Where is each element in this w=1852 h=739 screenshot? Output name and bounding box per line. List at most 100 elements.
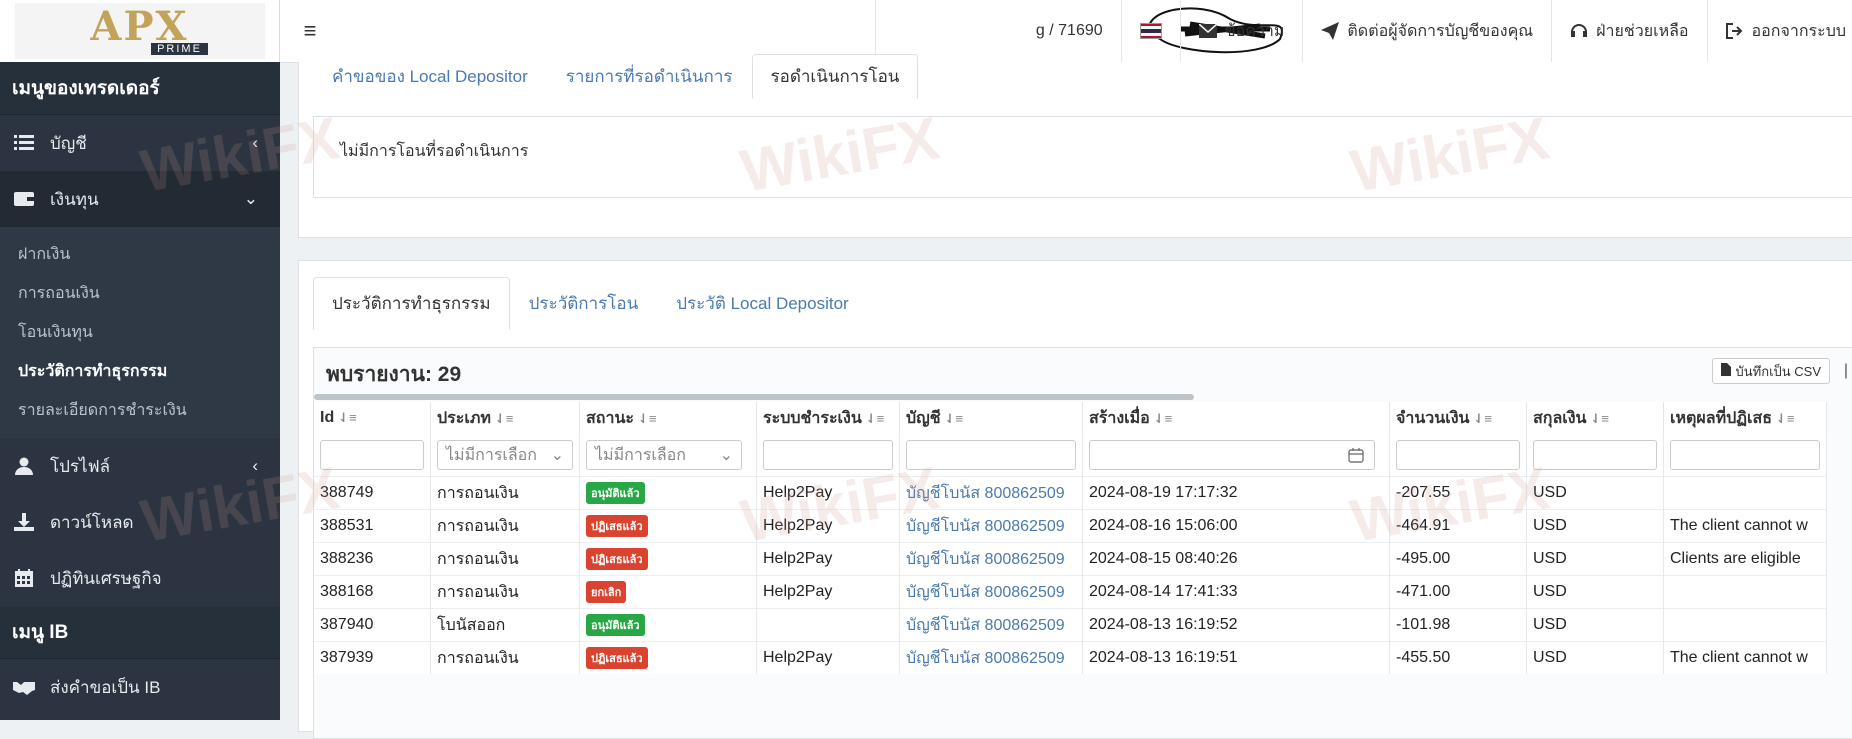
cell-account: บัญชีโบนัส 800862509 [899, 509, 1083, 543]
column-header-id[interactable]: Id ⇃≡ [314, 402, 431, 434]
tab-transaction-history[interactable]: ประวัติการทำธุรกรรม [313, 277, 510, 330]
filter-status-select[interactable]: ไม่มีการเลือก ⌄ [586, 440, 742, 470]
sidebar-item-profile[interactable]: โปรไฟล์ ‹ [0, 438, 280, 494]
cell-type: โบนัสออก [430, 608, 580, 642]
account-link[interactable]: บัญชีโบนัส 800862509 [906, 518, 1065, 535]
account-link[interactable]: บัญชีโบนัส 800862509 [906, 485, 1065, 502]
filter-payment-system-input[interactable] [763, 440, 893, 470]
sidebar-item-accounts[interactable]: บัญชี ‹ [0, 115, 280, 171]
cell-currency: USD [1526, 575, 1664, 609]
sidebar-item-become-ib[interactable]: ส่งคำขอเป็น IB [0, 659, 280, 715]
submenu-transfer[interactable]: โอนเงินทุน [0, 313, 280, 352]
cell-currency: USD [1526, 641, 1664, 674]
sidebar-item-download[interactable]: ดาวน์โหลด [0, 494, 280, 550]
cell-payment-system: Help2Pay [756, 476, 900, 510]
toolbar-separator: | [1843, 362, 1848, 379]
sort-icon: ⇃≡ [494, 410, 514, 426]
cell-amount: -471.00 [1389, 575, 1527, 609]
sign-out-icon [1725, 23, 1744, 39]
sidebar-item-funds[interactable]: เงินทุน ⌄ [0, 171, 280, 227]
save-csv-label: บันทึกเป็น CSV [1735, 363, 1821, 379]
support-link[interactable]: ฝ่ายช่วยเหลือ [1551, 0, 1706, 62]
table-row: 387940 โบนัสออก อนุมัติแล้ว บัญชีโบนัส 8008… [314, 608, 1827, 642]
user-account-info[interactable]: g / 71690 [874, 0, 1121, 62]
cell-created: 2024-08-19 17:17:32 [1082, 476, 1390, 510]
column-label: Id [320, 409, 335, 426]
submenu-transaction-history[interactable]: ประวัติการทำธุรกรรม [0, 352, 280, 391]
filter-account-input[interactable] [906, 440, 1076, 470]
submenu-deposit[interactable]: ฝากเงิน [0, 235, 280, 274]
cell-type: การถอนเงิน [430, 575, 580, 609]
cell-currency-text: USD [1533, 484, 1567, 501]
filter-id-input[interactable] [320, 440, 424, 470]
cell-payment-system-text: Help2Pay [763, 517, 833, 534]
logo[interactable]: APX PRIME [14, 3, 265, 59]
calendar-icon [1348, 447, 1364, 468]
filter-type-select[interactable]: ไม่มีการเลือก ⌄ [437, 440, 573, 470]
cell-created-text: 2024-08-15 08:40:26 [1089, 550, 1238, 567]
save-csv-button[interactable]: บันทึกเป็น CSV [1712, 358, 1830, 384]
column-header-currency[interactable]: สกุลเงิน ⇃≡ [1526, 402, 1664, 434]
column-header-status[interactable]: สถานะ ⇃≡ [579, 402, 757, 434]
account-link[interactable]: บัญชีโบนัส 800862509 [906, 584, 1065, 601]
cell-account: บัญชีโบนัส 800862509 [899, 608, 1083, 642]
column-label: เหตุผลที่ปฏิเสธ [1670, 409, 1773, 427]
cell-status: ปฏิเสธแล้ว [579, 542, 757, 576]
transactions-table: Id ⇃≡ ประเภท ⇃≡ สถานะ ⇃≡ ระบบชำระเงิน ⇃≡ บัญ… [314, 402, 1827, 674]
cell-reject-reason-text: The client cannot w [1670, 517, 1808, 534]
tab-local-depositor-requests[interactable]: คำขอของ Local Depositor [313, 54, 547, 99]
column-header-amount[interactable]: จำนวนเงิน ⇃≡ [1389, 402, 1527, 434]
filter-created-date-input[interactable] [1089, 440, 1375, 470]
cell-currency-text: USD [1533, 616, 1567, 633]
cell-amount: -101.98 [1389, 608, 1527, 642]
hamburger-menu-button[interactable]: ≡ [280, 18, 340, 44]
column-header-account[interactable]: บัญชี ⇃≡ [899, 402, 1083, 434]
submenu-withdrawal[interactable]: การถอนเงิน [0, 274, 280, 313]
account-link[interactable]: บัญชีโบนัส 800862509 [906, 650, 1065, 667]
tab-pending-items[interactable]: รายการที่รอดำเนินการ [547, 54, 752, 99]
cell-currency: USD [1526, 476, 1664, 510]
tab-local-depositor-history[interactable]: ประวัติ Local Depositor [657, 277, 867, 330]
sidebar-item-calendar[interactable]: ปฏิทินเศรษฐกิจ [0, 550, 280, 606]
pending-panel: คำขอของ Local Depositor รายการที่รอดำเนิ… [298, 54, 1852, 238]
sidebar-item-label: ปฏิทินเศรษฐกิจ [50, 568, 162, 588]
horizontal-scrollbar[interactable] [314, 394, 1194, 400]
cell-status: อนุมัติแล้ว [579, 476, 757, 510]
sort-icon: ⇃≡ [637, 410, 657, 426]
status-badge: ปฏิเสธแล้ว [586, 548, 648, 570]
file-icon [1721, 363, 1732, 379]
language-selector[interactable] [1120, 0, 1180, 62]
column-header-type[interactable]: ประเภท ⇃≡ [430, 402, 580, 434]
tab-transfer-history[interactable]: ประวัติการโอน [510, 277, 658, 330]
cell-amount: -464.91 [1389, 509, 1527, 543]
sidebar-item-label: โปรไฟล์ [50, 456, 111, 476]
filter-reason-input[interactable] [1670, 440, 1820, 470]
filter-amount-input[interactable] [1396, 440, 1520, 470]
sort-icon: ⇃≡ [1590, 410, 1609, 426]
wallet-icon [12, 187, 36, 211]
cell-payment-system-text: Help2Pay [763, 583, 833, 600]
cell-id-text: 388749 [320, 484, 374, 501]
cell-created-text: 2024-08-13 16:19:51 [1089, 649, 1238, 666]
account-link[interactable]: บัญชีโบนัส 800862509 [906, 617, 1065, 634]
column-header-created[interactable]: สร้างเมื่อ ⇃≡ [1082, 402, 1390, 434]
column-header-payment-system[interactable]: ระบบชำระเงิน ⇃≡ [756, 402, 900, 434]
contact-manager-link[interactable]: ติดต่อผู้จัดการบัญชีของคุณ [1302, 0, 1551, 62]
cell-currency: USD [1526, 509, 1664, 543]
filter-currency-input[interactable] [1533, 440, 1657, 470]
support-label: ฝ่ายช่วยเหลือ [1596, 22, 1689, 40]
sidebar-item-label: เงินทุน [50, 189, 99, 209]
cell-type: การถอนเงิน [430, 641, 580, 674]
submenu-payment-details[interactable]: รายละเอียดการชำระเงิน [0, 391, 280, 430]
column-header-reject-reason[interactable]: เหตุผลที่ปฏิเสธ ⇃≡ [1663, 402, 1827, 434]
sort-icon: ⇃≡ [865, 410, 885, 426]
cell-type-text: การถอนเงิน [437, 484, 519, 502]
table-row: 387939 การถอนเงิน ปฏิเสธแล้ว Help2Pay บัญชีโ… [314, 641, 1827, 674]
history-tabs: ประวัติการทำธุรกรรม ประวัติการโอน ประวัต… [313, 277, 868, 330]
cell-account: บัญชีโบนัส 800862509 [899, 542, 1083, 576]
transactions-grid: พบรายงาน: 29 บันทึกเป็น CSV | Id ⇃≡ ประเภ… [313, 347, 1852, 739]
account-link[interactable]: บัญชีโบนัส 800862509 [906, 551, 1065, 568]
logout-link[interactable]: ออกจากระบบ [1706, 0, 1852, 62]
messages-link[interactable]: ข้อความ [1179, 0, 1303, 62]
tab-pending-transfers[interactable]: รอดำเนินการโอน [751, 54, 919, 99]
